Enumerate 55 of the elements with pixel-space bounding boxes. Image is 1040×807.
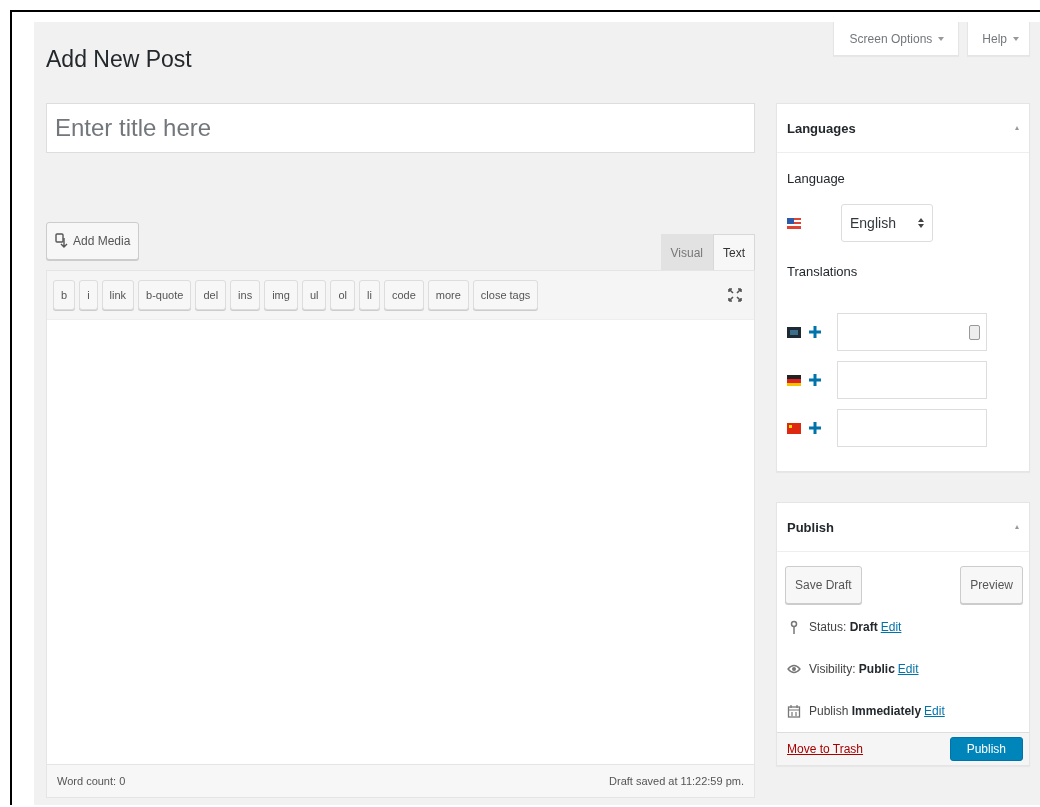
language-select[interactable]: English — [841, 204, 933, 242]
translation-field[interactable] — [837, 409, 987, 447]
screen-options-button[interactable]: Screen Options — [832, 22, 960, 56]
publish-button[interactable]: Publish — [949, 737, 1023, 761]
plus-icon — [809, 326, 821, 338]
toolbar-button[interactable]: img — [264, 280, 298, 310]
page-title: Add New Post — [46, 46, 192, 73]
edit-link[interactable]: Edit — [924, 704, 945, 718]
translations-label: Translations — [787, 264, 859, 279]
preview-button[interactable]: Preview — [960, 566, 1023, 604]
toolbar-button[interactable]: li — [359, 280, 380, 310]
editor-tab[interactable]: Visual — [660, 234, 713, 270]
fullscreen-icon — [728, 288, 742, 302]
media-icon — [55, 233, 69, 249]
status-text: Visibility: Public Edit — [809, 662, 919, 676]
toolbar-button[interactable]: del — [195, 280, 227, 310]
toolbar-button[interactable]: link — [101, 280, 135, 310]
add-media-button[interactable]: Add Media — [46, 222, 140, 260]
toolbar-button[interactable]: b-quote — [138, 280, 192, 310]
language-label: Language — [787, 171, 846, 186]
toolbar-button[interactable]: ins — [230, 280, 261, 310]
save-draft-button[interactable]: Save Draft — [785, 566, 862, 604]
collapse-icon[interactable] — [1015, 525, 1019, 529]
toolbar-button[interactable]: b — [53, 280, 76, 310]
edit-link[interactable]: Edit — [880, 620, 902, 634]
word-count: Word count: 0 — [57, 775, 126, 787]
flag-icon — [787, 217, 801, 229]
status-text: Publish Immediately Edit — [809, 704, 945, 718]
eye-icon — [787, 662, 801, 676]
title-field[interactable]: Enter title here — [46, 103, 755, 153]
flag-icon — [787, 374, 801, 386]
translation-field[interactable] — [837, 361, 987, 399]
toolbar-button[interactable]: code — [383, 280, 424, 310]
field-button-icon[interactable] — [969, 324, 980, 340]
flag-icon — [787, 422, 801, 434]
flag-icon — [787, 326, 801, 338]
toolbar-button[interactable]: ul — [301, 280, 327, 310]
plus-icon — [809, 422, 821, 434]
panel-title: Languages — [787, 120, 856, 136]
translation-field[interactable] — [837, 313, 987, 351]
toolbar-button[interactable]: close tags — [472, 280, 539, 310]
edit-link[interactable]: Edit — [897, 662, 919, 676]
draft-saved-status: Draft saved at 11:22:59 pm. — [609, 775, 744, 787]
collapse-icon[interactable] — [1015, 126, 1019, 130]
updown-arrows-icon — [918, 218, 924, 228]
plus-icon — [809, 374, 821, 386]
status-text: Status: Draft Edit — [809, 620, 902, 634]
panel-title: Publish — [787, 519, 834, 535]
toolbar-button[interactable]: more — [427, 280, 469, 310]
calendar-icon — [787, 704, 801, 718]
toolbar-button[interactable]: i — [79, 280, 98, 310]
toolbar-button[interactable]: ol — [330, 280, 355, 310]
move-to-trash-link[interactable]: Move to Trash — [787, 742, 864, 756]
editor-tab[interactable]: Text — [713, 234, 755, 270]
help-button[interactable]: Help — [967, 22, 1030, 56]
